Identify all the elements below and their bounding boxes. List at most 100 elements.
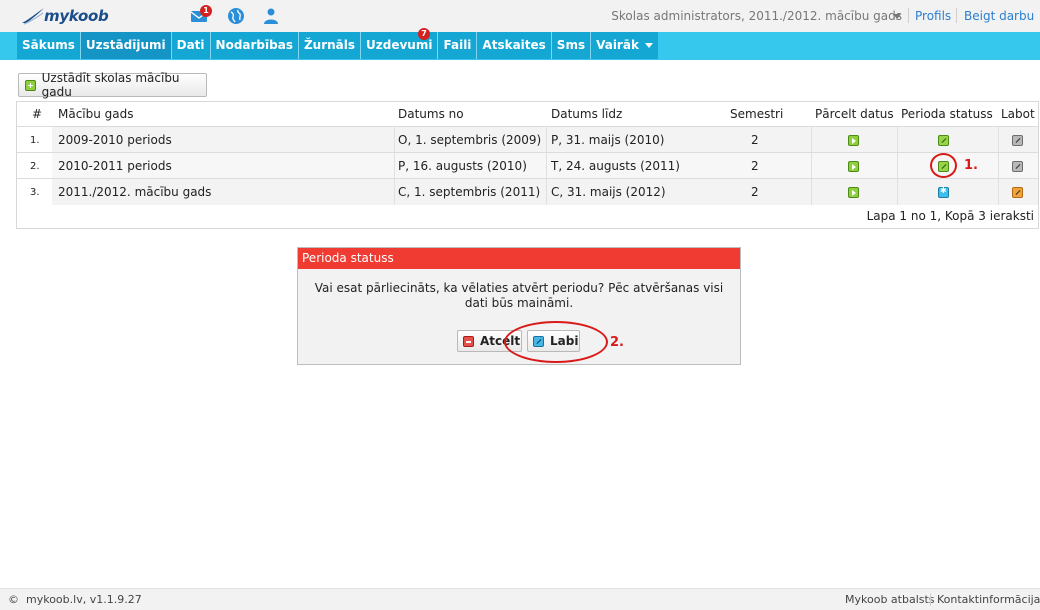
column-divider (998, 127, 999, 153)
semester-count: 2 (751, 133, 759, 147)
nav-item-settings[interactable]: Uzstādījumi (80, 32, 172, 59)
transfer-data-cell (848, 179, 859, 205)
transfer-data-icon[interactable] (848, 160, 859, 172)
divider (930, 593, 931, 606)
column-divider (811, 127, 812, 153)
column-header-school-year[interactable]: Mācību gads (58, 102, 134, 126)
annotation-label-step-1: 1. (964, 158, 978, 173)
nav-item-data[interactable]: Dati (172, 32, 211, 59)
column-header-number: # (32, 107, 43, 121)
table-row[interactable]: 2. 2010-2011 periods P, 16. augusts (201… (17, 152, 1038, 179)
edit-cell (1012, 153, 1023, 179)
column-divider (998, 153, 999, 179)
period-status-cell (938, 127, 949, 153)
column-divider (998, 179, 999, 205)
column-header-period-status: Perioda statuss (901, 107, 993, 121)
edit-disabled-icon (1012, 134, 1023, 146)
annotation-circle-step-1 (930, 153, 957, 178)
main-nav: Sākums Uzstādījumi Dati Nodarbības Žurnā… (17, 32, 658, 59)
column-divider (897, 127, 898, 153)
column-divider (546, 179, 547, 205)
add-school-year-label: Uzstādīt skolas mācību gadu (41, 71, 180, 99)
table-row[interactable]: 3. 2011./2012. mācību gads C, 1. septemb… (17, 178, 1038, 205)
support-link[interactable]: Mykoob atbalsts (845, 593, 935, 606)
edit-disabled-icon (1012, 160, 1023, 172)
copyright-symbol: © (8, 593, 19, 606)
column-divider (811, 153, 812, 179)
column-divider (546, 127, 547, 153)
copyright: © mykoob.lv, v1.1.9.27 (8, 593, 142, 606)
column-divider (897, 153, 898, 179)
nav-item-home[interactable]: Sākums (17, 32, 81, 59)
divider (956, 8, 957, 23)
nav-item-journal[interactable]: Žurnāls (299, 32, 362, 59)
periods-table: # Mācību gads Datums no Datums līdz Seme… (16, 101, 1039, 229)
nav-item-more-label: Vairāk (596, 38, 639, 52)
user-icon[interactable] (262, 7, 280, 25)
plus-icon (25, 79, 36, 91)
column-divider (546, 153, 547, 179)
column-header-transfer-data: Pārcelt datus (815, 107, 894, 121)
add-school-year-button[interactable]: Uzstādīt skolas mācību gadu (18, 71, 207, 99)
role-selector[interactable]: Skolas administrators, 2011./2012. mācīb… (611, 9, 902, 23)
nav-item-lessons[interactable]: Nodarbības (211, 32, 299, 59)
school-year-name: 2010-2011 periods (58, 159, 172, 173)
profile-link[interactable]: Profils (915, 9, 951, 23)
column-header-semesters[interactable]: Semestri (730, 102, 783, 126)
row-number: 3. (30, 186, 40, 198)
row-number: 2. (30, 160, 40, 172)
top-bar: mykoob 1 Skolas administrators, 2011./20… (0, 0, 1040, 32)
table-row[interactable]: 1. 2009-2010 periods O, 1. septembris (2… (17, 126, 1038, 153)
contacts-link[interactable]: Kontaktinformācija (937, 593, 1040, 606)
nav-item-more[interactable]: Vairāk (591, 32, 658, 59)
date-to: P, 31. maijs (2010) (551, 133, 665, 147)
column-divider (897, 179, 898, 205)
column-header-date-to[interactable]: Datums līdz (551, 102, 622, 126)
school-year-name: 2009-2010 periods (58, 133, 172, 147)
row-number: 1. (30, 134, 40, 146)
column-divider (394, 127, 395, 153)
transfer-data-cell (848, 153, 859, 179)
date-from: O, 1. septembris (2009) (398, 133, 542, 147)
column-header-date-from[interactable]: Datums no (398, 102, 464, 126)
mykoob-logo[interactable]: mykoob (20, 4, 109, 28)
divider (908, 8, 909, 23)
chevron-down-icon (644, 43, 653, 48)
semester-count: 2 (751, 159, 759, 173)
nav-item-files[interactable]: Faili (438, 32, 478, 59)
edit-cell (1012, 179, 1023, 205)
period-status-cell (938, 179, 949, 205)
footer: © mykoob.lv, v1.1.9.27 Mykoob atbalsts K… (0, 588, 1040, 610)
nav-item-reports[interactable]: Atskaites (477, 32, 552, 59)
dialog-message: Vai esat pārliecināts, ka vēlaties atvēr… (314, 281, 724, 310)
transfer-data-icon[interactable] (848, 134, 859, 146)
date-to: T, 24. augusts (2011) (551, 159, 680, 173)
chevron-down-icon[interactable] (893, 14, 901, 19)
pagination-info: Lapa 1 no 1, Kopā 3 ieraksti (866, 209, 1034, 223)
files-count-badge: 7 (418, 28, 430, 40)
logout-link[interactable]: Beigt darbu (964, 9, 1034, 23)
period-status-closed-icon[interactable] (938, 134, 949, 146)
column-divider (394, 153, 395, 179)
annotation-circle-step-2 (504, 321, 608, 363)
table-header: # Mācību gads Datums no Datums līdz Seme… (17, 102, 1038, 126)
semester-count: 2 (751, 185, 759, 199)
logo-swoosh-icon (22, 8, 44, 25)
column-divider (394, 179, 395, 205)
globe-icon[interactable] (227, 7, 245, 25)
column-header-edit: Labot (1001, 107, 1035, 121)
dialog-title: Perioda statuss (298, 248, 740, 269)
transfer-data-icon[interactable] (848, 186, 859, 198)
annotation-label-step-2: 2. (610, 335, 624, 350)
logo-text: mykoob (44, 7, 109, 25)
edit-cell (1012, 127, 1023, 153)
column-divider (811, 179, 812, 205)
date-from: C, 1. septembris (2011) (398, 185, 541, 199)
copyright-text: mykoob.lv, v1.1.9.27 (26, 593, 142, 606)
nav-item-sms[interactable]: Sms (552, 32, 592, 59)
edit-icon[interactable] (1012, 186, 1023, 198)
mail-count-badge: 1 (200, 5, 212, 17)
period-status-active-icon[interactable] (938, 186, 949, 198)
school-year-name: 2011./2012. mācību gads (58, 185, 212, 199)
date-from: P, 16. augusts (2010) (398, 159, 527, 173)
